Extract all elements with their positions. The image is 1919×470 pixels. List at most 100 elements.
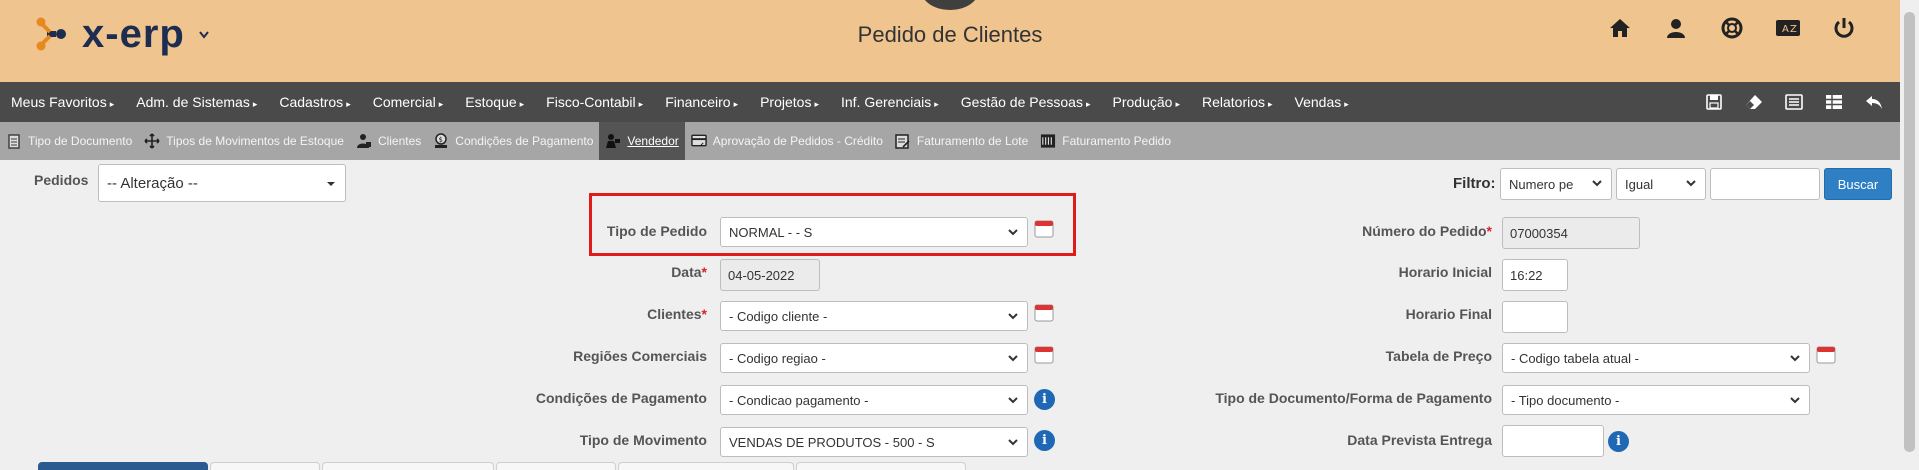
data-prevista-input[interactable] [1502, 425, 1604, 457]
move-icon [144, 133, 160, 149]
data-field[interactable]: 04-05-2022 [720, 259, 820, 291]
document-icon [6, 133, 22, 149]
horario-inicial-input[interactable]: 16:22 [1502, 259, 1568, 291]
chevron-down-icon [1790, 397, 1800, 404]
tipo-pedido-select[interactable]: NORMAL - - S [720, 217, 1028, 247]
menu-item-gestao-pessoas[interactable]: Gestão de Pessoas ▸ [950, 94, 1102, 110]
tab-3[interactable] [322, 462, 494, 470]
shortcut-faturamento-pedido[interactable]: Faturamento Pedido [1034, 122, 1177, 160]
scrollbar[interactable] [1900, 0, 1919, 470]
form-tabs [38, 462, 968, 470]
menu-item-relatorios[interactable]: Relatorios ▸ [1191, 94, 1284, 110]
payment-icon: $ [433, 133, 449, 149]
chevron-down-icon [1008, 355, 1018, 362]
menu-item-adm-sistemas[interactable]: Adm. de Sistemas ▸ [125, 94, 268, 110]
menu-item-financeiro[interactable]: Financeiro ▸ [654, 94, 749, 110]
calendar-icon[interactable] [1816, 344, 1836, 364]
scrollbar-thumb[interactable] [1904, 12, 1915, 452]
tipo-documento-select[interactable]: - Tipo documento - [1502, 385, 1810, 415]
shortcut-vendedor[interactable]: Vendedor [599, 122, 685, 160]
shortcut-clientes[interactable]: Clientes [350, 122, 427, 160]
pedidos-label: Pedidos [34, 172, 89, 188]
user-icon[interactable] [1660, 12, 1692, 44]
shortcut-faturamento-lote[interactable]: Faturamento de Lote [889, 122, 1034, 160]
menu-item-producao[interactable]: Produção ▸ [1102, 94, 1191, 110]
grid-icon[interactable] [1824, 92, 1844, 112]
shortcut-tipo-documento[interactable]: Tipo de Documento [0, 122, 138, 160]
pedidos-mode-select[interactable]: -- Alteração -- [98, 164, 346, 202]
chevron-down-icon [1008, 313, 1018, 320]
eraser-icon[interactable] [1744, 92, 1764, 112]
chevron-down-icon [1790, 355, 1800, 362]
menu-item-fisco-contabil[interactable]: Fisco-Contabil ▸ [535, 94, 654, 110]
clientes-label: Clientes* [647, 306, 707, 322]
tipo-movimento-label: Tipo de Movimento [579, 432, 707, 448]
menu-item-vendas[interactable]: Vendas ▸ [1284, 94, 1360, 110]
info-icon[interactable]: i [1034, 389, 1055, 410]
menu-item-comercial[interactable]: Comercial ▸ [362, 94, 455, 110]
tab-6[interactable] [796, 462, 966, 470]
tab-5[interactable] [618, 462, 794, 470]
tabela-preco-select[interactable]: - Codigo tabela atual - [1502, 343, 1810, 373]
list-icon[interactable] [1784, 92, 1804, 112]
card-icon [691, 133, 707, 149]
tab-2[interactable] [210, 462, 320, 470]
menu-item-inf-gerenciais[interactable]: Inf. Gerenciais ▸ [830, 94, 950, 110]
menu-item-cadastros[interactable]: Cadastros ▸ [268, 94, 361, 110]
calendar-icon[interactable] [1034, 302, 1054, 322]
filtro-field-select[interactable]: Numero pe [1500, 168, 1612, 200]
horario-final-label: Horario Final [1405, 306, 1492, 322]
regioes-select[interactable]: - Codigo regiao - [720, 343, 1028, 373]
menu-item-estoque[interactable]: Estoque ▸ [454, 94, 535, 110]
info-icon[interactable]: i [1608, 431, 1629, 452]
tipo-movimento-select[interactable]: VENDAS DE PRODUTOS - 500 - S [720, 427, 1028, 457]
clientes-select[interactable]: - Codigo cliente - [720, 301, 1028, 331]
svg-text:$: $ [439, 136, 443, 144]
undo-icon[interactable] [1864, 92, 1884, 112]
home-icon[interactable] [1604, 12, 1636, 44]
filtro-operator-select[interactable]: Igual [1616, 168, 1706, 200]
chevron-down-icon [1008, 229, 1018, 236]
shortcut-aprovacao-credito[interactable]: Aprovação de Pedidos - Crédito [685, 122, 889, 160]
calendar-icon[interactable] [1034, 218, 1054, 238]
chevron-down-icon [1008, 439, 1018, 446]
menu-item-favoritos[interactable]: Meus Favoritos ▸ [0, 94, 125, 110]
shortcut-tipos-movimentos[interactable]: Tipos de Movimentos de Estoque [138, 122, 350, 160]
caret-down-icon [327, 182, 335, 186]
tabela-preco-label: Tabela de Preço [1385, 348, 1492, 364]
numero-pedido-field[interactable]: 07000354 [1502, 217, 1640, 249]
filtro-label: Filtro: [1453, 175, 1496, 192]
horario-final-input[interactable] [1502, 301, 1568, 333]
regioes-label: Regiões Comerciais [573, 348, 707, 364]
client-icon [356, 133, 372, 149]
numero-pedido-label: Número do Pedido* [1362, 223, 1492, 239]
tab-1[interactable] [38, 462, 208, 470]
chevron-down-icon [1592, 180, 1602, 187]
calendar-icon[interactable] [1034, 344, 1054, 364]
invoice-icon [1040, 133, 1056, 149]
tipo-documento-label: Tipo de Documento/Forma de Pagamento [1215, 390, 1492, 406]
translate-icon[interactable]: AZ [1772, 12, 1804, 44]
batch-icon [895, 133, 911, 149]
seller-icon [605, 133, 621, 149]
menu-item-projetos[interactable]: Projetos ▸ [749, 94, 830, 110]
svg-text:Z: Z [1790, 24, 1797, 35]
chevron-down-icon [1686, 180, 1696, 187]
power-icon[interactable] [1828, 12, 1860, 44]
data-label: Data* [671, 264, 707, 280]
horario-inicial-label: Horario Inicial [1398, 264, 1492, 280]
data-prevista-label: Data Prevista Entrega [1347, 432, 1492, 448]
tipo-pedido-label: Tipo de Pedido [606, 223, 707, 239]
main-menu: Meus Favoritos ▸ Adm. de Sistemas ▸ Cadast… [0, 82, 1900, 122]
chevron-down-icon [1008, 397, 1018, 404]
info-icon[interactable]: i [1034, 430, 1055, 451]
support-icon[interactable] [1716, 12, 1748, 44]
svg-text:A: A [1782, 24, 1789, 35]
tab-4[interactable] [496, 462, 616, 470]
condicoes-select[interactable]: - Condicao pagamento - [720, 385, 1028, 415]
condicoes-label: Condições de Pagamento [535, 390, 707, 406]
shortcut-condicoes-pagamento[interactable]: $ Condições de Pagamento [427, 122, 599, 160]
save-icon[interactable] [1704, 92, 1724, 112]
filtro-value-input[interactable] [1710, 168, 1820, 200]
buscar-button[interactable]: Buscar [1824, 168, 1892, 200]
